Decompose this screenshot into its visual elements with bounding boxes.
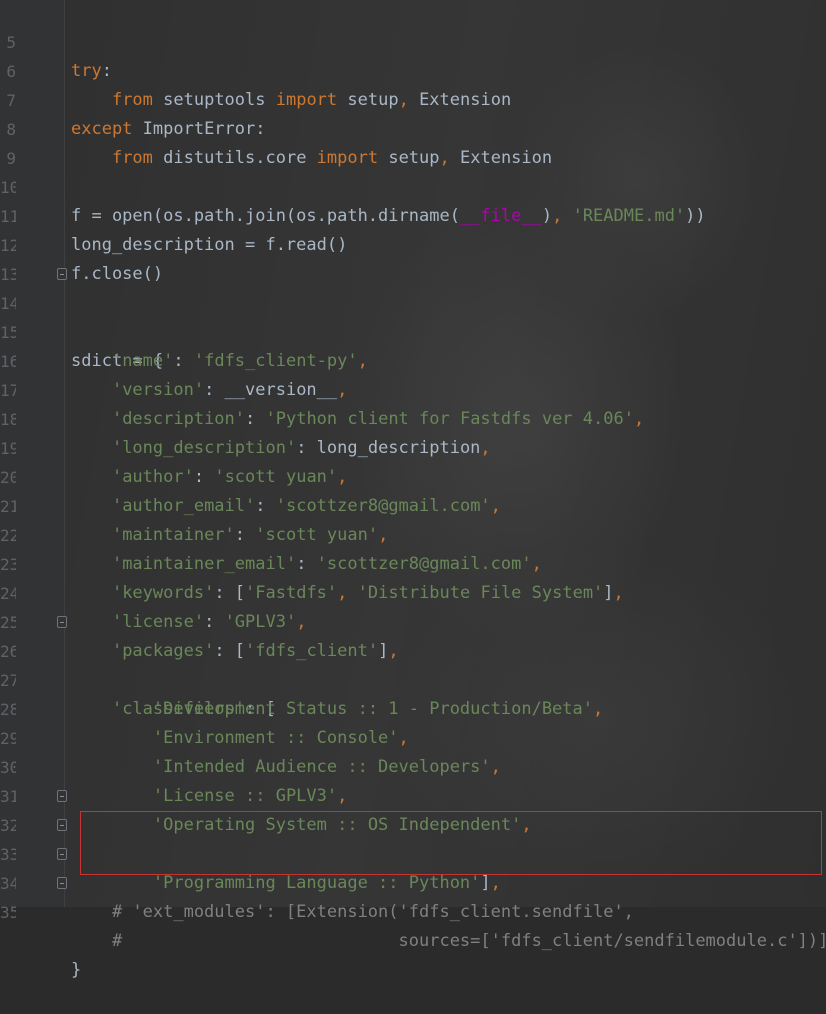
code-line: 8 from distutils.core import setup, Exte… bbox=[0, 86, 826, 168]
code-line: 7 except ImportError: bbox=[0, 57, 826, 139]
code-line: 21 'maintainer': 'scott yuan', bbox=[0, 463, 826, 545]
line-number: 35 bbox=[0, 903, 16, 922]
code-line: 26 'classifiers': [ bbox=[0, 608, 826, 719]
line-text: # 'ext_modules': [Extension('fdfs_client… bbox=[71, 902, 634, 922]
code-line: 11 long_description = f.read() bbox=[0, 173, 826, 255]
code-line: 12 f.close() bbox=[0, 202, 826, 284]
code-line: 16 'version': __version__, bbox=[0, 318, 826, 400]
code-line: 20 'author_email': 'scottzer8@gmail.com'… bbox=[0, 434, 826, 516]
code-line: 30 'License :: GPLV3', bbox=[0, 724, 826, 806]
line-text: # sources=['fdfs_client/sendfilemodule.c… bbox=[71, 931, 826, 951]
code-line: 32 'Programming Language :: Python'], bbox=[0, 782, 826, 893]
fold-marker-icon[interactable] bbox=[57, 848, 67, 860]
fold-marker-icon[interactable] bbox=[57, 616, 67, 628]
code-line: 31 'Operating System :: OS Independent', bbox=[0, 753, 826, 835]
line-text: } bbox=[71, 960, 82, 980]
code-line: 14 sdict = { bbox=[0, 260, 826, 371]
fold-marker-icon[interactable] bbox=[57, 790, 67, 802]
fold-marker-icon[interactable] bbox=[57, 268, 67, 280]
code-line: 6 from setuptools import setup, Extensio… bbox=[0, 28, 826, 110]
highlight-box bbox=[80, 811, 822, 875]
code-line: 17 'description': 'Python client for Fas… bbox=[0, 347, 826, 429]
fold-marker-icon[interactable] bbox=[57, 877, 67, 889]
code-line: 10 f = open(os.path.join(os.path.dirname… bbox=[0, 144, 826, 226]
code-line: 22 'maintainer_email': 'scottzer8@gmail.… bbox=[0, 492, 826, 574]
code-line: 29 'Intended Audience :: Developers', bbox=[0, 695, 826, 777]
code-line: 24 'license': 'GPLV3', bbox=[0, 550, 826, 632]
code-line: 19 'author': 'scott yuan', bbox=[0, 405, 826, 487]
code-line: 9 bbox=[0, 115, 826, 168]
code-editor[interactable]: 5 try: 6 from setuptools import setup, E… bbox=[0, 0, 826, 980]
fold-marker-icon[interactable] bbox=[57, 819, 67, 831]
code-line: 18 'long_description': long_description, bbox=[0, 376, 826, 458]
code-line: 28 'Environment :: Console', bbox=[0, 666, 826, 748]
code-line: 15 'name': 'fdfs_client-py', bbox=[0, 289, 826, 371]
code-line: 25 'packages': ['fdfs_client'], bbox=[0, 579, 826, 661]
code-line: 23 'keywords': ['Fastdfs', 'Distribute F… bbox=[0, 521, 826, 603]
code-line: 13 bbox=[0, 231, 826, 284]
code-line: 27 'Development Status :: 1 - Production… bbox=[0, 637, 826, 719]
code-line: 5 try: bbox=[0, 0, 826, 81]
